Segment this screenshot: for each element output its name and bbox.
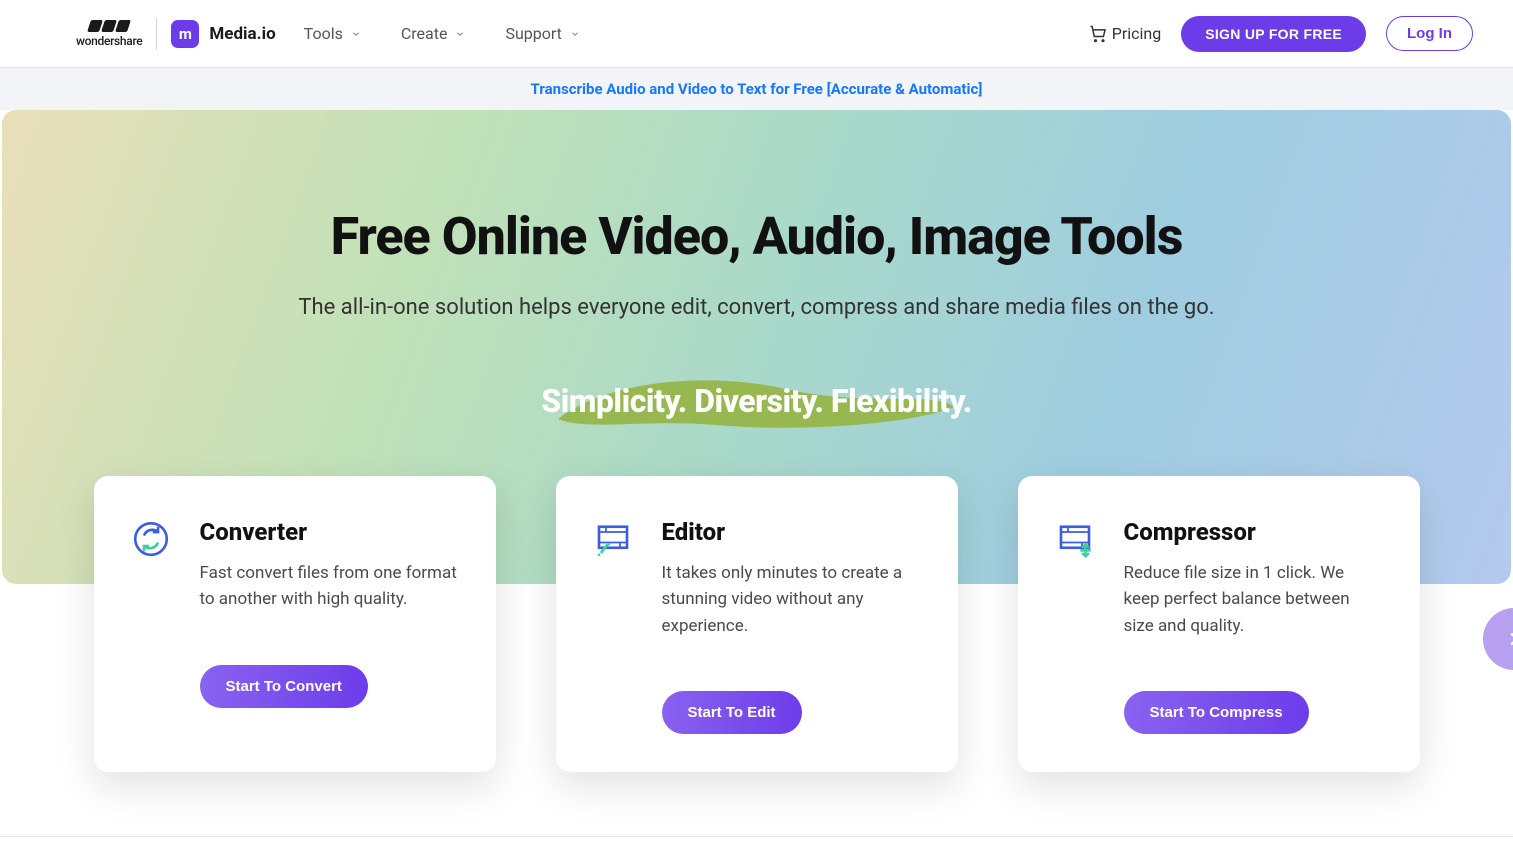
feature-cards: Converter Fast convert files from one fo… xyxy=(0,476,1513,772)
pricing-link[interactable]: Pricing xyxy=(1088,24,1162,44)
wondershare-mark-icon xyxy=(89,20,129,32)
mediaio-badge-icon: m xyxy=(171,20,199,48)
card-editor-desc: It takes only minutes to create a stunni… xyxy=(662,560,922,639)
card-compressor-desc: Reduce file size in 1 click. We keep per… xyxy=(1124,560,1384,639)
chevron-down-icon xyxy=(570,29,580,39)
pricing-label: Pricing xyxy=(1112,24,1162,43)
nav-support-label: Support xyxy=(505,24,561,43)
nav-tools[interactable]: Tools xyxy=(304,24,361,43)
promo-banner-text: Transcribe Audio and Video to Text for F… xyxy=(531,80,983,98)
header-right: Pricing SIGN UP FOR FREE Log In xyxy=(1088,16,1473,52)
login-button[interactable]: Log In xyxy=(1386,16,1473,51)
header-left: wondershare m Media.io Tools Create Supp… xyxy=(76,18,580,50)
vertical-divider xyxy=(156,18,157,50)
card-converter-desc: Fast convert files from one format to an… xyxy=(200,560,460,613)
nav-support[interactable]: Support xyxy=(505,24,579,43)
compressor-icon xyxy=(1054,518,1096,560)
start-compress-button[interactable]: Start To Compress xyxy=(1124,691,1309,734)
hero-title: Free Online Video, Audio, Image Tools xyxy=(331,206,1183,267)
card-compressor: Compressor Reduce file size in 1 click. … xyxy=(1018,476,1420,772)
start-convert-button[interactable]: Start To Convert xyxy=(200,665,368,708)
card-editor-title: Editor xyxy=(662,518,922,546)
cart-icon xyxy=(1088,24,1108,44)
chevron-down-icon xyxy=(351,29,361,39)
start-edit-button[interactable]: Start To Edit xyxy=(662,691,802,734)
nav-create[interactable]: Create xyxy=(401,24,466,43)
card-converter: Converter Fast convert files from one fo… xyxy=(94,476,496,772)
nav-tools-label: Tools xyxy=(304,24,343,43)
editor-icon xyxy=(592,518,634,560)
wondershare-text: wondershare xyxy=(76,34,142,48)
tagline-wrap: Simplicity. Diversity. Flexibility. xyxy=(541,382,971,420)
card-editor: Editor It takes only minutes to create a… xyxy=(556,476,958,772)
card-converter-title: Converter xyxy=(200,518,460,546)
card-compressor-title: Compressor xyxy=(1124,518,1384,546)
chevron-down-icon xyxy=(455,29,465,39)
nav-create-label: Create xyxy=(401,24,448,43)
signup-button[interactable]: SIGN UP FOR FREE xyxy=(1181,16,1366,52)
header: wondershare m Media.io Tools Create Supp… xyxy=(0,0,1513,68)
footer-divider xyxy=(0,836,1513,837)
mediaio-text: Media.io xyxy=(209,24,275,44)
hero-tagline: Simplicity. Diversity. Flexibility. xyxy=(541,382,971,420)
converter-icon xyxy=(130,518,172,560)
promo-banner[interactable]: Transcribe Audio and Video to Text for F… xyxy=(0,68,1513,110)
mediaio-logo[interactable]: m Media.io xyxy=(171,20,275,48)
main-nav: Tools Create Support xyxy=(304,24,580,43)
wondershare-logo[interactable]: wondershare xyxy=(76,20,142,48)
hero-subtitle: The all-in-one solution helps everyone e… xyxy=(298,295,1214,320)
